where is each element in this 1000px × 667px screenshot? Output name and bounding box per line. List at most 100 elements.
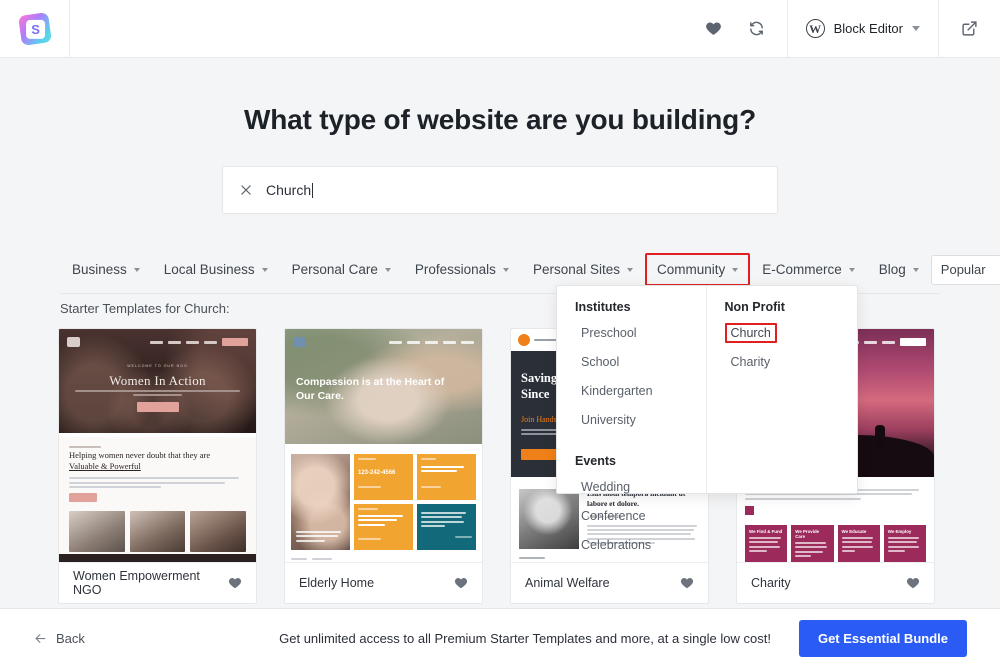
preview-hero-accent: Join Hands [521, 415, 557, 424]
template-card[interactable]: Compassion is at the Heart of Our Care. [284, 328, 483, 604]
chevron-down-icon [502, 267, 509, 272]
promo-text: Get unlimited access to all Premium Star… [279, 630, 771, 646]
back-label: Back [56, 630, 85, 646]
preview-footer-bar [59, 554, 256, 562]
preview-tile-title: We Find & Fund [749, 528, 783, 534]
logo-letter: S [25, 19, 44, 38]
preview-hero-title: Women In Action [109, 373, 206, 388]
preview-footer [291, 558, 476, 562]
preview-tile-title: We Provide Care [795, 528, 820, 539]
get-essential-bundle-button[interactable]: Get Essential Bundle [798, 619, 967, 657]
filter-tab-label: Local Business [163, 262, 255, 277]
heart-icon[interactable] [906, 576, 920, 590]
dropdown-item-celebrations[interactable]: Celebrations [575, 535, 657, 555]
dropdown-group-title: Events [575, 454, 616, 468]
template-card-footer: Women Empowerment NGO [59, 562, 256, 603]
chevron-down-icon [912, 267, 919, 272]
preview-photo [519, 489, 579, 549]
sort-dropdown[interactable]: Popular [930, 254, 1000, 285]
dropdown-item-kindergarten[interactable]: Kindergarten [575, 381, 659, 401]
preview-logo [518, 334, 530, 346]
heart-icon[interactable] [228, 576, 242, 590]
dropdown-item-charity[interactable]: Charity [725, 352, 777, 372]
template-card-footer: Charity [737, 562, 934, 603]
dropdown-item-preschool[interactable]: Preschool [575, 323, 643, 343]
dropdown-item-wedding[interactable]: Wedding [575, 477, 636, 497]
filter-tab-e-commerce[interactable]: E-Commerce [750, 253, 867, 286]
heart-icon[interactable] [454, 576, 468, 590]
editor-label: Block Editor [833, 21, 903, 36]
preview-hero-title: Saving Since [521, 371, 557, 402]
template-card-footer: Elderly Home [285, 562, 482, 603]
filter-tab-label: Blog [878, 262, 906, 277]
dropdown-group-title: Institutes [575, 300, 631, 314]
dropdown-column-1: Institutes Preschool School Kindergarten… [557, 286, 707, 552]
app-logo[interactable]: S [0, 0, 70, 57]
heart-icon[interactable] [705, 20, 722, 37]
filter-tab-label: Personal Sites [532, 262, 620, 277]
dropdown-column-2: Non Profit Church Charity [707, 286, 858, 493]
preview-photo [291, 454, 350, 550]
dropdown-item-university[interactable]: University [575, 410, 642, 430]
filter-tab-label: Professionals [414, 262, 496, 277]
dropdown-item-conference[interactable]: Conference [575, 506, 652, 526]
preview-nav-links [846, 338, 926, 346]
preview-heading-1: Helping women never doubt that they are [69, 450, 211, 461]
results-label: Starter Templates for Church: [60, 301, 230, 316]
chevron-down-icon [626, 267, 633, 272]
refresh-icon[interactable] [748, 20, 765, 37]
template-preview: Compassion is at the Heart of Our Care. [285, 329, 482, 562]
filter-tab-local-business[interactable]: Local Business [152, 253, 280, 286]
template-card[interactable]: WELCOME TO OUR NGO Women In Action Helpi… [58, 328, 257, 604]
preview-canvas: WELCOME TO OUR NGO Women In Action Helpi… [59, 329, 256, 562]
back-button[interactable]: Back [33, 631, 85, 646]
template-title: Charity [751, 576, 791, 590]
filter-tab-label: E-Commerce [762, 262, 842, 277]
editor-switcher[interactable]: W Block Editor [786, 0, 939, 57]
template-title: Animal Welfare [525, 576, 610, 590]
preview-tile [417, 454, 476, 500]
filter-tab-blog[interactable]: Blog [867, 253, 931, 286]
preview-hero-sub [75, 390, 240, 413]
preview-image-row [69, 510, 247, 552]
preview-body: 123-242-4566 [285, 448, 482, 562]
chevron-down-icon [912, 26, 920, 31]
preview-accent-square [745, 505, 754, 515]
close-icon[interactable] [239, 183, 253, 197]
top-bar: S W Block Editor [0, 0, 1000, 58]
preview-silhouette-figure [874, 425, 885, 451]
filter-tab-personal-care[interactable]: Personal Care [280, 253, 403, 286]
filter-tab-label: Personal Care [291, 262, 378, 277]
community-dropdown-panel: Institutes Preschool School Kindergarten… [556, 285, 858, 552]
filter-tab-personal-sites[interactable]: Personal Sites [521, 253, 645, 286]
search-input[interactable]: Church [222, 166, 778, 214]
template-title: Women Empowerment NGO [73, 569, 200, 597]
dropdown-item-church[interactable]: Church [724, 323, 777, 343]
preview-hero-line-1: Saving [521, 371, 558, 385]
preview-tile: 123-242-4566 [354, 454, 413, 500]
preview-tile: We Educate [837, 524, 880, 562]
heart-icon[interactable] [680, 576, 694, 590]
preview-nav-links [150, 338, 248, 346]
filter-tab-professionals[interactable]: Professionals [403, 253, 521, 286]
template-card-footer: Animal Welfare [511, 562, 708, 603]
chevron-down-icon [732, 267, 739, 272]
filter-tab-community[interactable]: Community [644, 253, 751, 286]
wordpress-icon: W [805, 19, 825, 38]
preview-tile-title: We Educate [841, 528, 867, 534]
preview-photo-caption [296, 530, 345, 544]
preview-logo [293, 337, 306, 347]
dropdown-item-school[interactable]: School [575, 352, 625, 372]
preview-tile [354, 504, 413, 550]
arrow-left-icon [33, 631, 48, 646]
preview-logo [67, 337, 80, 347]
chevron-down-icon [848, 267, 855, 272]
preview-phone: 123-242-4566 [358, 470, 396, 476]
preview-tile: We Find & Fund [745, 524, 788, 562]
filter-tab-label: Business [72, 262, 127, 277]
external-link-icon [961, 20, 978, 37]
preview-tile-title: We Employ [887, 528, 912, 534]
external-link-button[interactable] [939, 0, 1000, 57]
filter-tab-business[interactable]: Business [60, 253, 152, 286]
